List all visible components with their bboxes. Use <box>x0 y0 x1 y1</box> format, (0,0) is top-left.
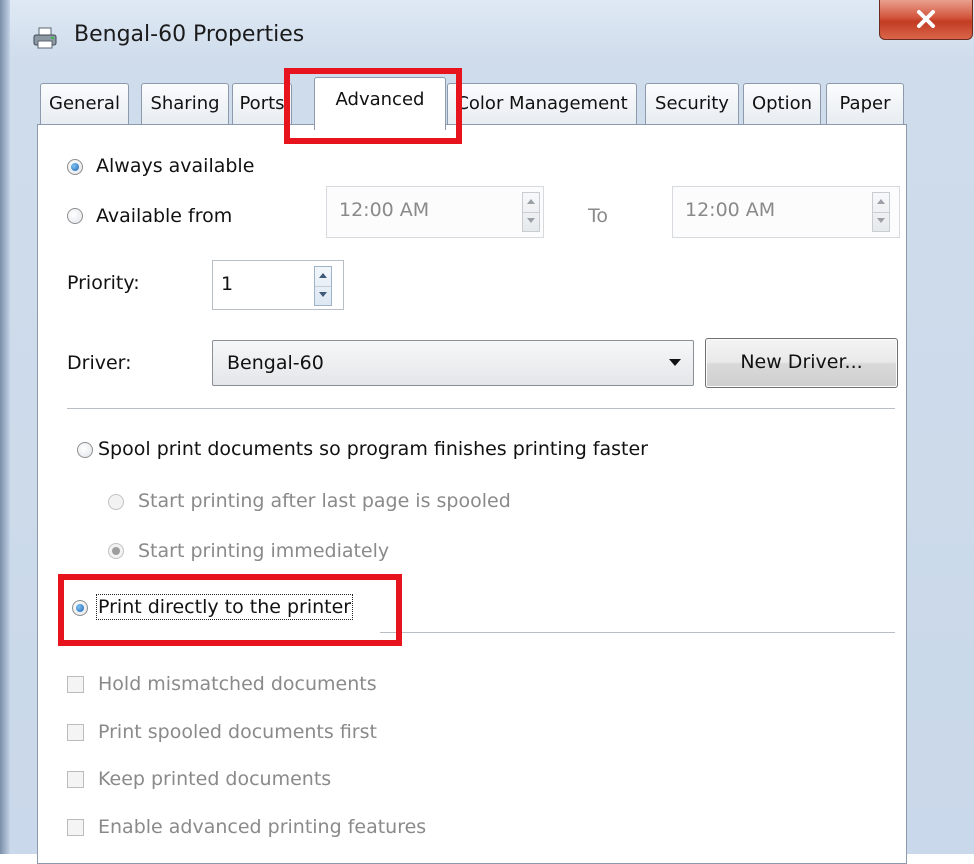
spool-label[interactable]: Spool print documents so program finishe… <box>98 438 648 460</box>
start-after-last-page-label[interactable]: Start printing after last page is spoole… <box>138 490 511 512</box>
print-spooled-first-checkbox[interactable] <box>67 724 84 741</box>
driver-value: Bengal-60 <box>227 352 324 374</box>
arrow-down-icon <box>877 218 885 223</box>
arrow-up-icon <box>319 273 327 278</box>
tab-general[interactable]: General <box>40 83 129 125</box>
enable-advanced-features-checkbox[interactable] <box>67 819 84 836</box>
tab-ports[interactable]: Ports <box>232 83 292 125</box>
spin-up-button[interactable] <box>315 267 331 287</box>
arrow-up-icon <box>877 199 885 204</box>
driver-label: Driver: <box>67 352 132 374</box>
to-time-spinner[interactable] <box>872 192 890 232</box>
enable-advanced-features-label[interactable]: Enable advanced printing features <box>98 816 426 838</box>
tab-paper[interactable]: Paper <box>826 83 904 125</box>
start-after-last-page-radio[interactable] <box>108 494 124 510</box>
priority-spinner[interactable] <box>314 266 332 306</box>
keep-printed-label[interactable]: Keep printed documents <box>98 768 331 790</box>
chevron-down-icon <box>669 359 681 366</box>
driver-dropdown[interactable]: Bengal-60 <box>212 340 694 386</box>
available-to-time[interactable]: 12:00 AM <box>672 186 900 238</box>
arrow-up-icon <box>527 199 535 204</box>
from-time-spinner[interactable] <box>522 192 540 232</box>
print-directly-label[interactable]: Print directly to the printer <box>95 594 354 620</box>
available-from-time[interactable]: 12:00 AM <box>326 186 544 238</box>
spin-up-button[interactable] <box>873 193 889 213</box>
window-border <box>0 0 10 854</box>
title-bar[interactable]: Bengal-60 Properties <box>10 0 974 76</box>
printer-icon <box>32 26 58 50</box>
tab-color-management[interactable]: Color Management <box>447 83 637 125</box>
arrow-down-icon <box>319 292 327 297</box>
spin-down-button[interactable] <box>523 212 539 231</box>
tab-option[interactable]: Option <box>743 83 821 125</box>
tab-advanced[interactable]: Advanced <box>314 77 446 130</box>
hold-mismatched-label[interactable]: Hold mismatched documents <box>98 673 377 695</box>
always-available-label[interactable]: Always available <box>96 155 254 177</box>
window-title: Bengal-60 Properties <box>74 22 305 47</box>
always-available-radio[interactable] <box>67 159 83 175</box>
spool-radio[interactable] <box>77 442 93 458</box>
to-label: To <box>588 205 609 227</box>
spin-down-button[interactable] <box>873 212 889 231</box>
available-from-label[interactable]: Available from <box>96 205 232 227</box>
spin-down-button[interactable] <box>315 286 331 305</box>
print-spooled-first-label[interactable]: Print spooled documents first <box>98 721 377 743</box>
available-from-radio[interactable] <box>67 208 83 224</box>
arrow-down-icon <box>527 218 535 223</box>
tab-security[interactable]: Security <box>645 83 739 125</box>
priority-value: 1 <box>221 273 234 295</box>
hold-mismatched-checkbox[interactable] <box>67 676 84 693</box>
print-directly-radio[interactable] <box>72 600 88 616</box>
new-driver-button[interactable]: New Driver... <box>705 338 898 388</box>
start-immediately-label[interactable]: Start printing immediately <box>138 540 389 562</box>
close-button[interactable] <box>879 0 973 40</box>
to-time-value: 12:00 AM <box>685 199 776 221</box>
separator <box>380 632 895 633</box>
tab-sharing[interactable]: Sharing <box>141 83 229 125</box>
close-icon <box>917 10 935 28</box>
from-time-value: 12:00 AM <box>339 199 430 221</box>
separator <box>67 408 895 409</box>
keep-printed-checkbox[interactable] <box>67 771 84 788</box>
spin-up-button[interactable] <box>523 193 539 213</box>
priority-label: Priority: <box>67 272 140 294</box>
start-immediately-radio[interactable] <box>108 543 124 559</box>
